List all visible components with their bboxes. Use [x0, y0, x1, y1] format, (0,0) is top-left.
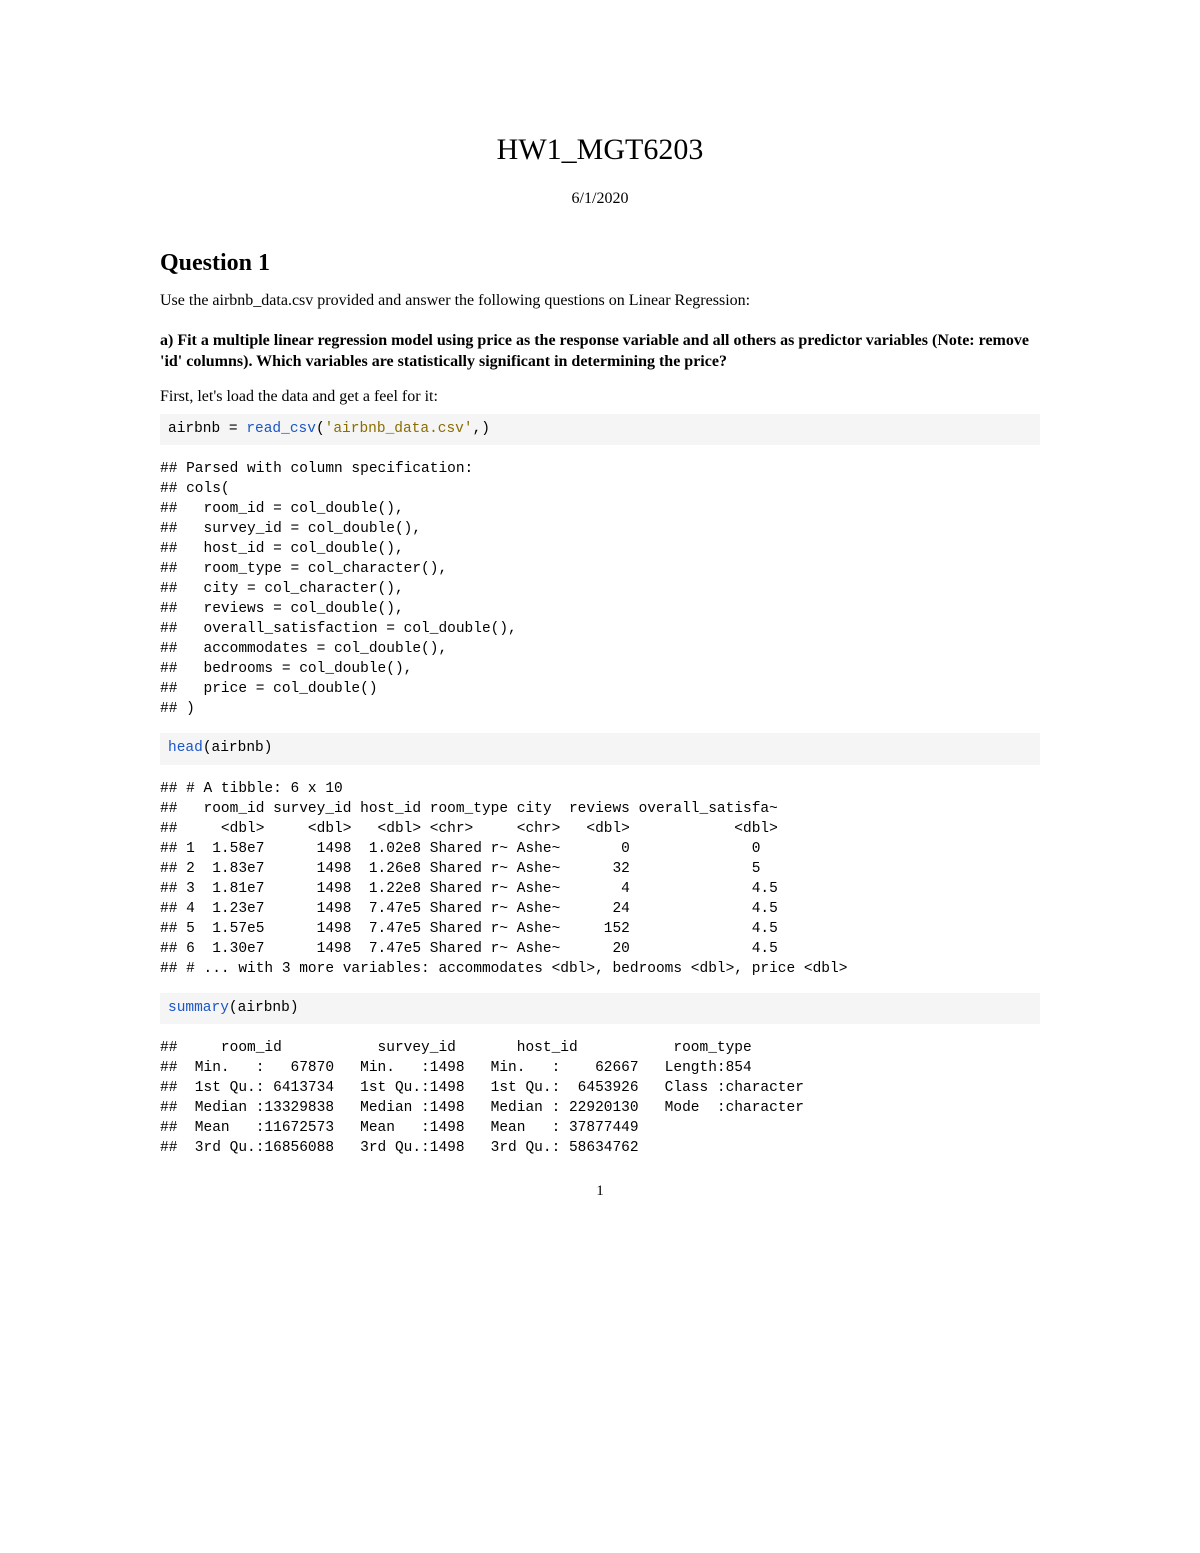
code-head-args: (airbnb) [203, 740, 273, 756]
question-1a-text: a) Fit a multiple linear regression mode… [160, 330, 1040, 373]
code-paren-close: ,) [473, 421, 490, 437]
output-tibble: ## # A tibble: 6 x 10 ## room_id survey_… [160, 779, 1040, 979]
code-fn-head: head [168, 740, 203, 756]
document-title: HW1_MGT6203 [160, 130, 1040, 169]
page-number: 1 [160, 1182, 1040, 1202]
code-block-readcsv: airbnb = read_csv('airbnb_data.csv',) [160, 414, 1040, 446]
output-cols-spec: ## Parsed with column specification: ## … [160, 459, 1040, 719]
output-summary: ## room_id survey_id host_id room_type #… [160, 1038, 1040, 1158]
code-fn-readcsv: read_csv [246, 421, 316, 437]
code-prefix: airbnb = [168, 421, 246, 437]
document-date: 6/1/2020 [160, 189, 1040, 210]
code-fn-summary: summary [168, 1000, 229, 1016]
intro-paragraph: Use the airbnb_data.csv provided and ans… [160, 291, 1040, 312]
code-summary-args: (airbnb) [229, 1000, 299, 1016]
code-block-head: head(airbnb) [160, 733, 1040, 765]
code-string-arg: 'airbnb_data.csv' [325, 421, 473, 437]
prompt-text: First, let's load the data and get a fee… [160, 387, 1040, 408]
code-paren-open: ( [316, 421, 325, 437]
section-heading-q1: Question 1 [160, 248, 1040, 279]
code-block-summary: summary(airbnb) [160, 993, 1040, 1025]
